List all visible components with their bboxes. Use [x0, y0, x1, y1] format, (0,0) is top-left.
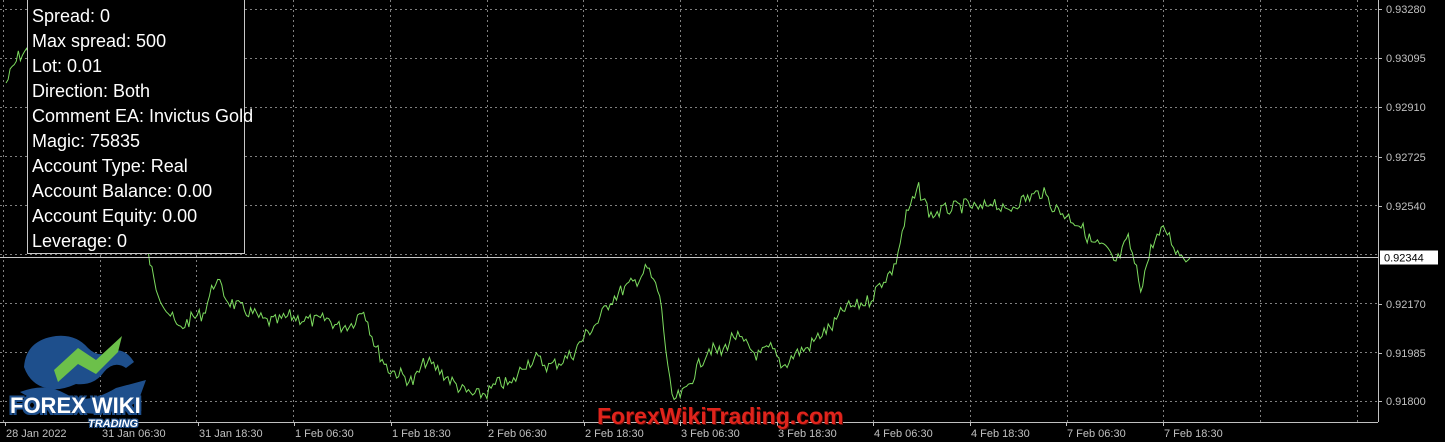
- price-tick-label: 0.93280: [1386, 4, 1426, 16]
- time-tick-label: 31 Jan 18:30: [199, 428, 263, 440]
- ea-info-panel: Spread: 0 Max spread: 500 Lot: 0.01 Directi…: [27, 0, 254, 254]
- time-tick-label: 7 Feb 06:30: [1067, 428, 1126, 440]
- price-tick-label: 0.91800: [1386, 396, 1426, 408]
- time-tick-label: 4 Feb 18:30: [971, 428, 1030, 440]
- time-tick-label: 1 Feb 06:30: [295, 428, 354, 440]
- time-tick-label: 2 Feb 06:30: [488, 428, 547, 440]
- info-line: Account Type: Real: [32, 156, 188, 176]
- info-line: Max spread: 500: [32, 31, 167, 51]
- info-line: Direction: Both: [32, 81, 151, 101]
- time-tick-label: 1 Feb 18:30: [392, 428, 451, 440]
- logo-text: FOREX WIKI: [10, 393, 141, 418]
- price-tick-label: 0.92725: [1386, 152, 1426, 164]
- info-line: Leverage: 0: [32, 231, 128, 251]
- watermark: ForexWikiTrading.com: [597, 403, 844, 429]
- info-line: Spread: 0: [32, 6, 111, 26]
- current-price-label: 0.92344: [1384, 253, 1424, 265]
- time-tick-label: 4 Feb 06:30: [874, 428, 933, 440]
- logo-subtext: TRADING: [88, 418, 139, 430]
- price-tick-label: 0.93095: [1386, 53, 1426, 65]
- info-line: Account Balance: 0.00: [32, 181, 213, 201]
- info-line: Account Equity: 0.00: [32, 206, 198, 226]
- price-tick-label: 0.92910: [1386, 102, 1426, 114]
- price-axis: 0.93280 0.93095 0.92910 0.92725 0.92540 0.921…: [1378, 4, 1426, 408]
- info-line: Lot: 0.01: [32, 56, 103, 76]
- info-line: Comment EA: Invictus Gold: [32, 106, 254, 126]
- price-tick-label: 0.92540: [1386, 201, 1426, 213]
- info-line: Magic: 75835: [32, 131, 141, 151]
- price-tick-label: 0.92170: [1386, 299, 1426, 311]
- price-tick-label: 0.91985: [1386, 348, 1426, 360]
- time-tick-label: 7 Feb 18:30: [1164, 428, 1223, 440]
